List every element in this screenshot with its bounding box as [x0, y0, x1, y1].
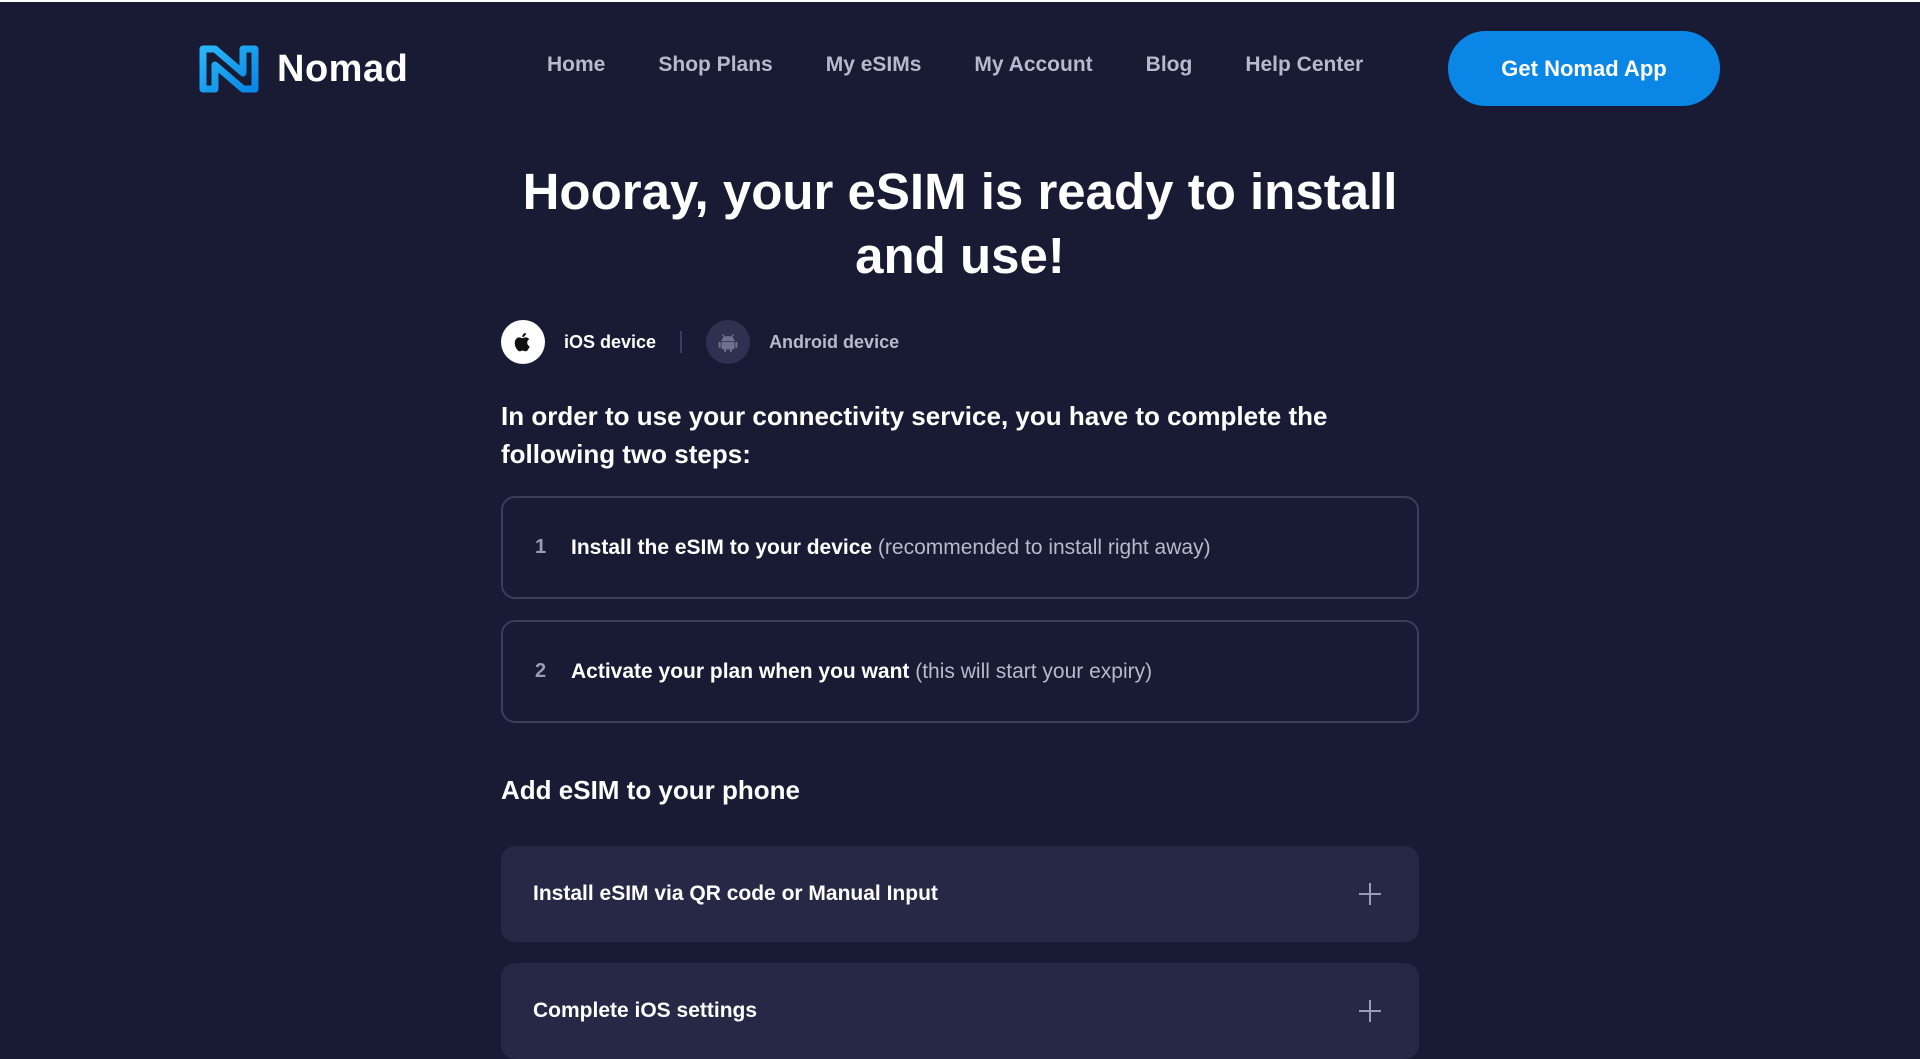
step-title: Activate your plan when you want	[571, 659, 910, 683]
step-activate-plan: 2 Activate your plan when you want (this…	[501, 620, 1419, 723]
nav-shop-plans[interactable]: Shop Plans	[658, 53, 772, 77]
main-nav: Home Shop Plans My eSIMs My Account Blog…	[547, 50, 1363, 80]
step-number: 1	[535, 536, 547, 558]
tab-android-label: Android device	[769, 331, 900, 352]
step-number: 2	[535, 660, 547, 682]
apple-icon	[501, 320, 545, 364]
step-text: Activate your plan when you want (this w…	[571, 660, 1152, 684]
page-title-line-1: Hooray, your eSIM is ready to install	[522, 163, 1398, 220]
nav-help-center[interactable]: Help Center	[1245, 53, 1363, 77]
step-note: (this will start your expiry)	[915, 659, 1153, 683]
page-title-line-2: and use!	[855, 227, 1065, 284]
tab-ios-label: iOS device	[564, 331, 657, 352]
nav-home[interactable]: Home	[547, 53, 605, 77]
accordion-ios-settings[interactable]: Complete iOS settings	[501, 963, 1419, 1059]
nav-my-account[interactable]: My Account	[974, 53, 1092, 77]
device-tabs: iOS device Android device	[501, 320, 899, 364]
plus-icon[interactable]	[1359, 1000, 1381, 1022]
tab-ios-device[interactable]: iOS device	[501, 320, 656, 364]
accordion-label: Complete iOS settings	[533, 999, 758, 1022]
step-note: (recommended to install right away)	[877, 535, 1211, 559]
page-title: Hooray, your eSIM is ready to install an…	[501, 160, 1419, 288]
accordion-label: Install eSIM via QR code or Manual Input	[533, 882, 938, 905]
accordion-install-qr[interactable]: Install eSIM via QR code or Manual Input	[501, 846, 1419, 942]
tab-divider	[680, 331, 683, 353]
section-title: Add eSIM to your phone	[501, 775, 800, 805]
tab-android-device[interactable]: Android device	[706, 320, 899, 364]
nomad-logo-icon	[199, 45, 259, 93]
step-title: Install the eSIM to your device	[571, 535, 873, 559]
get-nomad-app-button[interactable]: Get Nomad App	[1448, 31, 1720, 106]
nav-my-esims[interactable]: My eSIMs	[826, 53, 922, 77]
android-icon	[706, 320, 751, 364]
site-header: Nomad Home Shop Plans My eSIMs My Accoun…	[0, 0, 1920, 140]
nomad-logo[interactable]: Nomad	[199, 42, 408, 96]
main-content: Hooray, your eSIM is ready to install an…	[501, 150, 1419, 1059]
intro-text: In order to use your connectivity servic…	[501, 401, 1328, 469]
nav-blog[interactable]: Blog	[1146, 53, 1193, 77]
plus-icon[interactable]	[1359, 883, 1381, 905]
step-text: Install the eSIM to your device (recomme…	[571, 536, 1211, 560]
step-install-esim: 1 Install the eSIM to your device (recom…	[501, 496, 1419, 599]
logo-text: Nomad	[277, 47, 409, 90]
